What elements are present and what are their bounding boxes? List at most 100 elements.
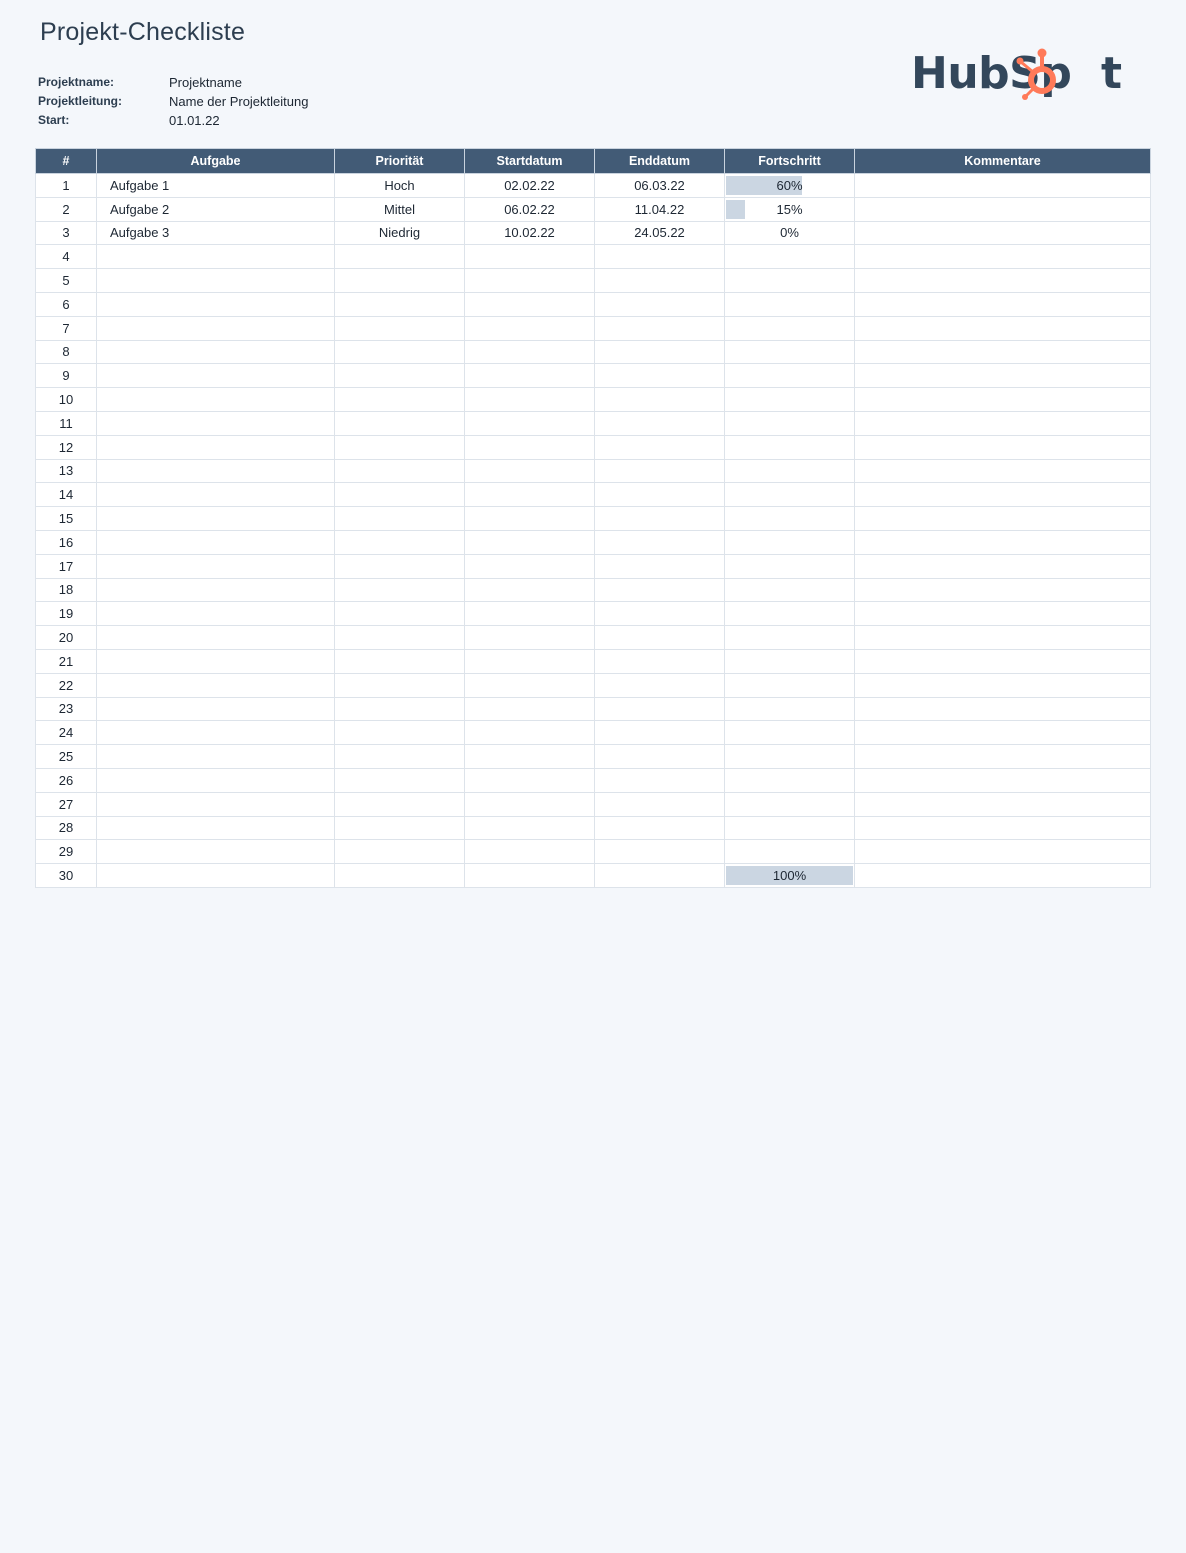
start-date-cell[interactable] [464, 863, 595, 888]
comment-cell[interactable] [854, 339, 1151, 365]
comment-cell[interactable] [854, 815, 1151, 841]
progress-cell[interactable] [724, 553, 855, 579]
comment-cell[interactable] [854, 744, 1151, 769]
priority-cell[interactable] [334, 625, 465, 650]
task-cell[interactable] [96, 744, 335, 769]
task-cell[interactable] [96, 625, 335, 650]
task-cell[interactable] [96, 434, 335, 460]
comment-cell[interactable] [854, 291, 1151, 317]
progress-cell[interactable] [724, 648, 855, 674]
task-cell[interactable]: Aufgabe 1 [96, 173, 335, 198]
progress-cell[interactable] [724, 696, 855, 722]
end-date-cell[interactable] [594, 815, 725, 841]
comment-cell[interactable] [854, 268, 1151, 293]
task-cell[interactable] [96, 815, 335, 841]
priority-cell[interactable] [334, 601, 465, 627]
start-date-cell[interactable] [464, 244, 595, 270]
priority-cell[interactable] [334, 577, 465, 603]
end-date-cell[interactable]: 06.03.22 [594, 173, 725, 198]
start-date-cell[interactable] [464, 506, 595, 531]
task-cell[interactable] [96, 268, 335, 293]
comment-cell[interactable] [854, 315, 1151, 341]
priority-cell[interactable] [334, 791, 465, 817]
start-date-cell[interactable] [464, 625, 595, 650]
start-date-cell[interactable] [464, 648, 595, 674]
comment-cell[interactable] [854, 625, 1151, 650]
comment-cell[interactable] [854, 696, 1151, 722]
progress-cell[interactable]: 100% [724, 863, 855, 888]
end-date-cell[interactable] [594, 482, 725, 508]
start-date-cell[interactable] [464, 672, 595, 698]
start-date-cell[interactable] [464, 339, 595, 365]
start-date-cell[interactable] [464, 434, 595, 460]
task-cell[interactable]: Aufgabe 2 [96, 196, 335, 222]
task-cell[interactable] [96, 482, 335, 508]
task-cell[interactable] [96, 387, 335, 412]
end-date-cell[interactable] [594, 744, 725, 769]
priority-cell[interactable]: Hoch [334, 173, 465, 198]
progress-cell[interactable] [724, 363, 855, 389]
start-date-cell[interactable] [464, 291, 595, 317]
comment-cell[interactable] [854, 506, 1151, 531]
priority-cell[interactable] [334, 482, 465, 508]
task-cell[interactable] [96, 315, 335, 341]
task-cell[interactable] [96, 791, 335, 817]
priority-cell[interactable] [334, 387, 465, 412]
start-date-cell[interactable] [464, 553, 595, 579]
comment-cell[interactable] [854, 173, 1151, 198]
start-date-cell[interactable] [464, 696, 595, 722]
comment-cell[interactable] [854, 672, 1151, 698]
end-date-cell[interactable] [594, 839, 725, 865]
priority-cell[interactable] [334, 767, 465, 793]
task-cell[interactable] [96, 363, 335, 389]
task-cell[interactable] [96, 506, 335, 531]
priority-cell[interactable] [334, 506, 465, 531]
comment-cell[interactable] [854, 220, 1151, 246]
priority-cell[interactable] [334, 315, 465, 341]
progress-cell[interactable]: 15% [724, 196, 855, 222]
progress-cell[interactable] [724, 625, 855, 650]
start-date-cell[interactable] [464, 387, 595, 412]
progress-cell[interactable]: 60% [724, 173, 855, 198]
comment-cell[interactable] [854, 577, 1151, 603]
task-cell[interactable] [96, 529, 335, 555]
progress-cell[interactable] [724, 315, 855, 341]
start-date-cell[interactable] [464, 744, 595, 769]
priority-cell[interactable] [334, 339, 465, 365]
start-date-cell[interactable] [464, 482, 595, 508]
start-date-cell[interactable] [464, 577, 595, 603]
priority-cell[interactable] [334, 434, 465, 460]
task-cell[interactable] [96, 244, 335, 270]
end-date-cell[interactable] [594, 720, 725, 746]
end-date-cell[interactable] [594, 529, 725, 555]
task-cell[interactable] [96, 410, 335, 436]
end-date-cell[interactable] [594, 410, 725, 436]
progress-cell[interactable] [724, 744, 855, 769]
task-cell[interactable] [96, 720, 335, 746]
comment-cell[interactable] [854, 410, 1151, 436]
start-date-cell[interactable] [464, 720, 595, 746]
progress-cell[interactable] [724, 268, 855, 293]
start-date-cell[interactable] [464, 410, 595, 436]
end-date-cell[interactable] [594, 767, 725, 793]
progress-cell[interactable] [724, 791, 855, 817]
start-date-cell[interactable] [464, 791, 595, 817]
end-date-cell[interactable] [594, 291, 725, 317]
priority-cell[interactable] [334, 553, 465, 579]
end-date-cell[interactable] [594, 387, 725, 412]
end-date-cell[interactable] [594, 315, 725, 341]
end-date-cell[interactable] [594, 339, 725, 365]
progress-cell[interactable]: 0% [724, 220, 855, 246]
comment-cell[interactable] [854, 863, 1151, 888]
progress-cell[interactable] [724, 339, 855, 365]
task-cell[interactable] [96, 767, 335, 793]
end-date-cell[interactable] [594, 577, 725, 603]
end-date-cell[interactable] [594, 863, 725, 888]
priority-cell[interactable] [334, 744, 465, 769]
start-date-cell[interactable] [464, 529, 595, 555]
meta-value-projektleitung[interactable]: Name der Projektleitung [169, 92, 308, 111]
comment-cell[interactable] [854, 839, 1151, 865]
meta-value-start[interactable]: 01.01.22 [169, 111, 220, 130]
start-date-cell[interactable]: 06.02.22 [464, 196, 595, 222]
progress-cell[interactable] [724, 387, 855, 412]
